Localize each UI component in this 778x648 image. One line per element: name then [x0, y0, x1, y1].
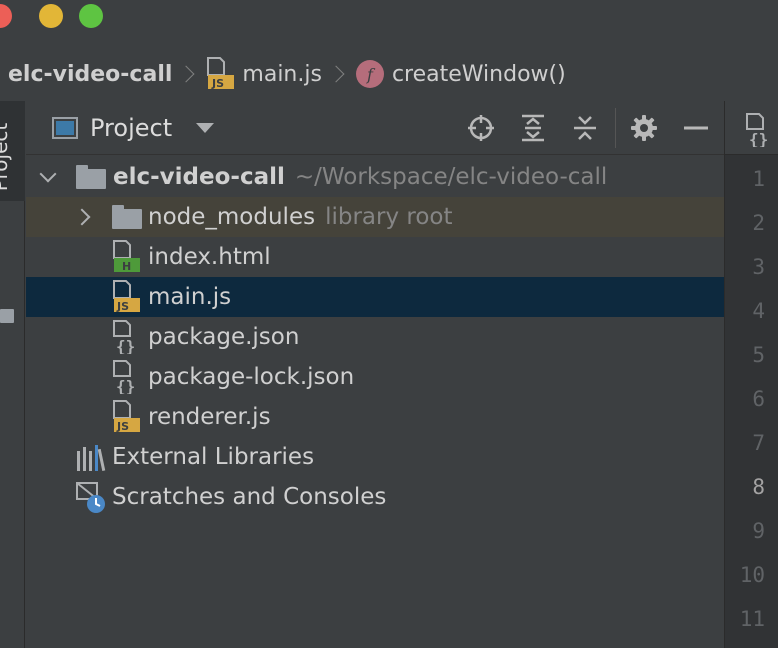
library-root-hint: library root [325, 204, 453, 230]
file-name: main.js [148, 284, 232, 310]
svg-text:{}: {} [749, 130, 768, 147]
line-number: 11 [739, 607, 765, 631]
tree-node-external-libraries[interactable]: External Libraries [26, 437, 724, 477]
panel-title[interactable]: Project [90, 114, 172, 142]
project-tree: elc-video-call ~/Workspace/elc-video-call… [26, 157, 724, 517]
tree-node-scratches[interactable]: Scratches and Consoles [26, 477, 724, 517]
minimize-window-button[interactable] [39, 4, 63, 28]
chevron-down-icon[interactable] [196, 122, 215, 133]
chevron-right-icon [327, 65, 345, 83]
line-number-current: 8 [752, 475, 765, 499]
breadcrumb-function[interactable]: f createWindow() [355, 60, 566, 88]
root-path: ~/Workspace/elc-video-call [294, 164, 608, 190]
svg-text:JS: JS [116, 420, 129, 433]
svg-text:{}: {} [116, 337, 135, 354]
breadcrumb-file[interactable]: JS main.js [206, 57, 322, 91]
tree-node-file[interactable]: JS renderer.js [26, 397, 724, 437]
tree-node-file[interactable]: H index.html [26, 237, 724, 277]
gear-icon [631, 115, 657, 141]
tree-node-node-modules[interactable]: node_modules library root [26, 197, 724, 237]
collapse-all-icon [574, 116, 596, 140]
tree-node-file[interactable]: {} package.json [26, 317, 724, 357]
tree-node-file-selected[interactable]: JS main.js [26, 277, 724, 317]
svg-text:{}: {} [116, 377, 135, 394]
chevron-down-icon[interactable] [39, 165, 57, 183]
expand-all-button[interactable] [515, 110, 551, 146]
breadcrumb-project[interactable]: elc-video-call [8, 62, 172, 87]
project-tool-window: Project elc-video-call ~/Workspace/elc-v… [26, 101, 724, 648]
tree-node-label: Scratches and Consoles [112, 484, 387, 510]
library-icon [77, 445, 106, 471]
project-panel-header: Project [26, 101, 724, 155]
scratches-icon [76, 482, 105, 513]
node-modules-name: node_modules [148, 204, 316, 230]
tool-window-tab-project[interactable]: Project [0, 101, 25, 201]
breadcrumb-file-label: main.js [242, 61, 322, 87]
tree-node-file[interactable]: {} package-lock.json [26, 357, 724, 397]
line-number: 7 [752, 431, 765, 455]
hide-panel-button[interactable] [678, 110, 714, 146]
editor-area: {} 1 2 3 4 5 6 7 8 9 10 11 [724, 101, 778, 648]
toolbar-divider [615, 108, 616, 148]
file-name: renderer.js [148, 404, 271, 430]
file-name: package-lock.json [148, 364, 355, 390]
line-number: 4 [752, 299, 765, 323]
tree-node-label: External Libraries [112, 444, 315, 470]
folder-icon [76, 165, 106, 189]
breadcrumb: elc-video-call JS main.js f createWindow… [0, 48, 778, 100]
editor-tab[interactable]: {} [725, 101, 778, 155]
js-file-icon: JS [113, 400, 140, 433]
tree-node-label: node_modules library root [148, 204, 453, 230]
line-number: 1 [752, 167, 765, 191]
title-bar [0, 0, 778, 34]
line-number: 5 [752, 343, 765, 367]
locate-file-button[interactable] [463, 110, 499, 146]
minimize-icon [684, 126, 708, 130]
file-name: package.json [148, 324, 300, 350]
root-name: elc-video-call [113, 164, 285, 190]
line-number: 2 [752, 211, 765, 235]
folder-icon [112, 205, 142, 229]
locate-icon [468, 115, 494, 141]
svg-text:H: H [122, 260, 131, 273]
zoom-window-button[interactable] [79, 4, 103, 28]
json-file-icon: {} [113, 320, 135, 354]
line-number-gutter: 1 2 3 4 5 6 7 8 9 10 11 [725, 157, 778, 641]
breadcrumb-function-label: createWindow() [391, 61, 566, 87]
json-file-icon: {} [113, 360, 135, 394]
left-tool-strip: Project [0, 101, 25, 648]
settings-button[interactable] [626, 110, 662, 146]
expand-all-icon [522, 114, 544, 142]
svg-text:JS: JS [116, 300, 129, 313]
js-file-icon: JS [207, 57, 235, 90]
project-view-icon [52, 116, 78, 139]
line-number: 9 [752, 519, 765, 543]
file-name: index.html [148, 244, 271, 270]
chevron-right-icon [177, 65, 195, 83]
tree-node-label: elc-video-call ~/Workspace/elc-video-call [113, 164, 607, 190]
line-number: 3 [752, 255, 765, 279]
html-file-icon: H [113, 240, 140, 273]
line-number: 6 [752, 387, 765, 411]
line-number: 10 [739, 563, 765, 587]
close-window-button[interactable] [0, 4, 12, 28]
js-file-icon: JS [113, 280, 140, 313]
function-icon: f [355, 60, 384, 88]
json-file-icon: {} [746, 113, 768, 147]
tree-node-root[interactable]: elc-video-call ~/Workspace/elc-video-call [26, 157, 724, 197]
chevron-right-icon[interactable] [73, 208, 91, 226]
folder-icon[interactable] [0, 309, 14, 323]
svg-text:JS: JS [211, 77, 224, 90]
tool-window-tab-label: Project [0, 122, 13, 192]
panel-toolbar [463, 101, 724, 155]
collapse-all-button[interactable] [567, 110, 603, 146]
